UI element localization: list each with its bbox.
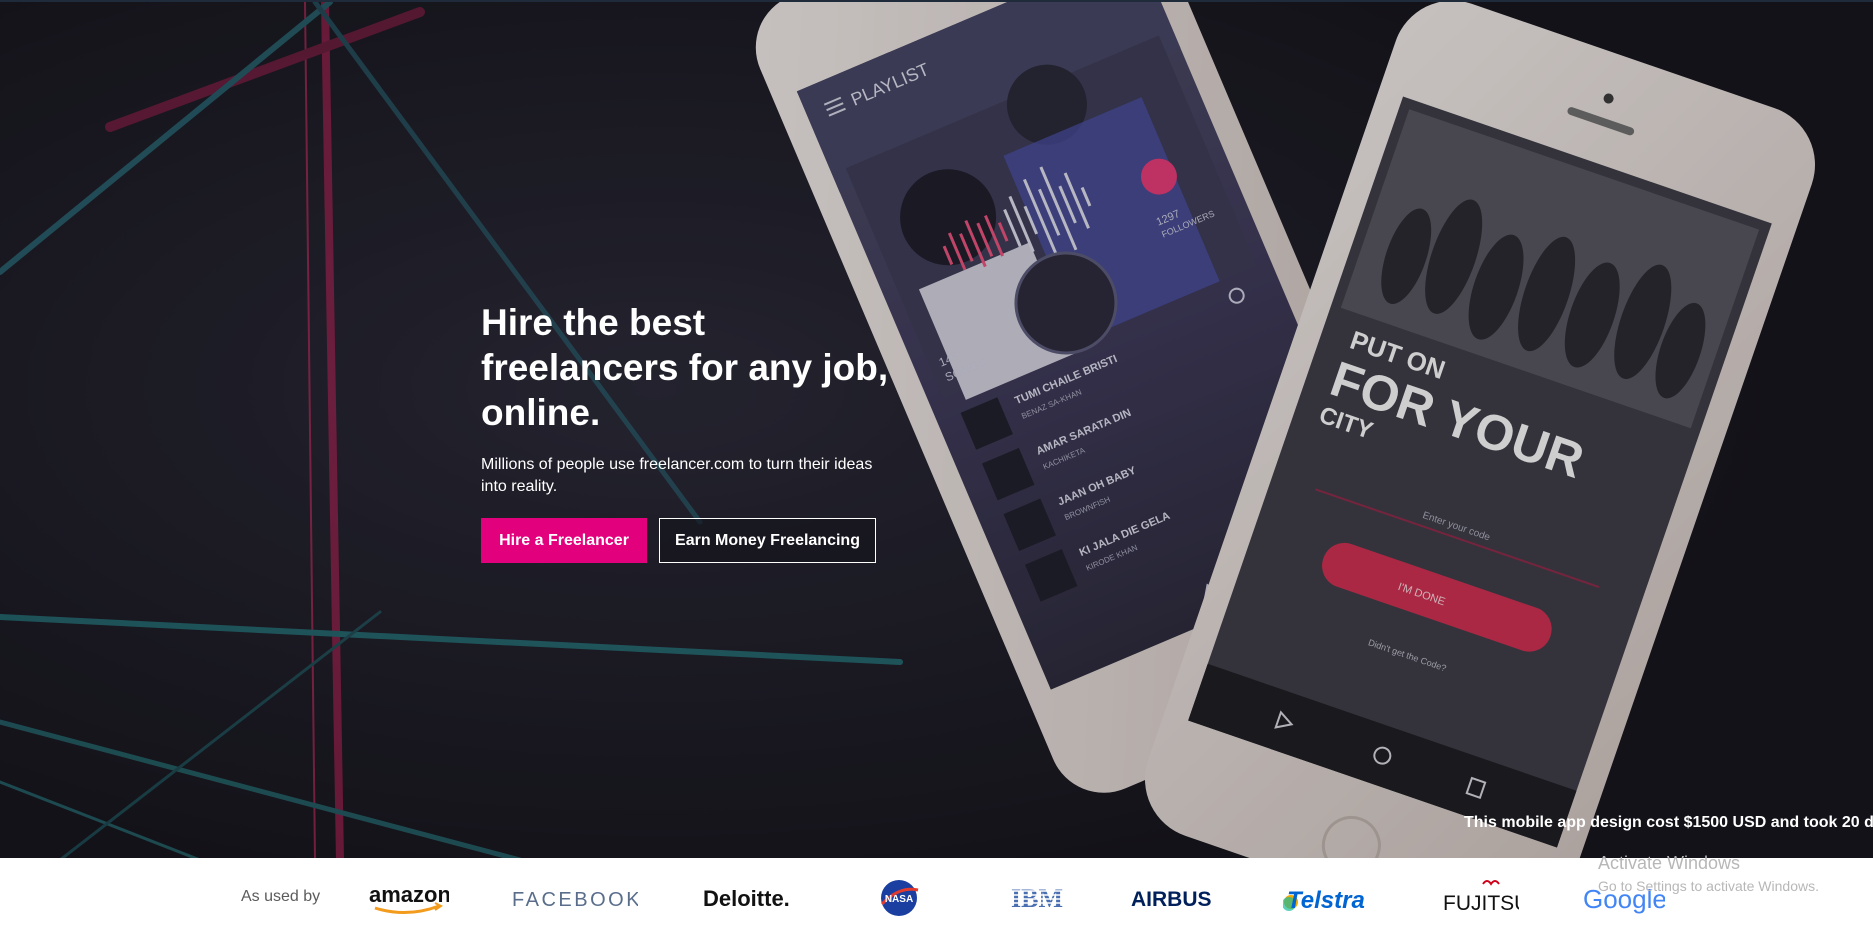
hero-section: PLAYLIST 145 SONGS 1297 FOLLOWERS TUMI C…	[0, 0, 1873, 858]
earn-money-button[interactable]: Earn Money Freelancing	[659, 518, 876, 563]
svg-text:Telstra: Telstra	[1287, 887, 1365, 914]
fujitsu-logo: FUJITSU	[1443, 880, 1519, 916]
svg-text:AIRBUS: AIRBUS	[1131, 888, 1212, 911]
hero-subtitle: Millions of people use freelancer.com to…	[481, 456, 873, 495]
svg-text:Deloitte.: Deloitte.	[703, 886, 790, 911]
airbus-logo: AIRBUS	[1131, 880, 1221, 916]
hero-cta-group: Hire a Freelancer Earn Money Freelancing	[481, 518, 901, 563]
logo-strip: As used by amazon FACEBOOK Deloitte. NAS…	[0, 858, 1873, 938]
svg-text:NASA: NASA	[885, 894, 913, 905]
svg-text:FACEBOOK: FACEBOOK	[512, 889, 638, 911]
hero-content: Hire the best freelancers for any job, o…	[481, 300, 901, 563]
amazon-logo: amazon	[369, 880, 449, 916]
watermark-subtitle: Go to Settings to activate Windows.	[1598, 878, 1819, 894]
ibm-logo: IBM	[1011, 880, 1065, 916]
telstra-logo: Telstra	[1283, 880, 1379, 916]
svg-text:FUJITSU: FUJITSU	[1443, 892, 1519, 915]
watermark-title: Activate Windows	[1598, 853, 1741, 873]
facebook-logo: FACEBOOK	[512, 880, 638, 916]
nasa-logo: NASA	[878, 880, 920, 916]
as-used-by-label: As used by	[241, 888, 321, 905]
hire-freelancer-button[interactable]: Hire a Freelancer	[481, 518, 647, 563]
hero-headline: Hire the best freelancers for any job, o…	[481, 302, 889, 433]
hero-background: PLAYLIST 145 SONGS 1297 FOLLOWERS TUMI C…	[0, 2, 1873, 858]
windows-activation-watermark: Activate Windows Go to Settings to activ…	[1598, 853, 1819, 894]
project-caption: This mobile app design cost $1500 USD an…	[1464, 814, 1873, 831]
deloitte-logo: Deloitte.	[703, 880, 793, 916]
